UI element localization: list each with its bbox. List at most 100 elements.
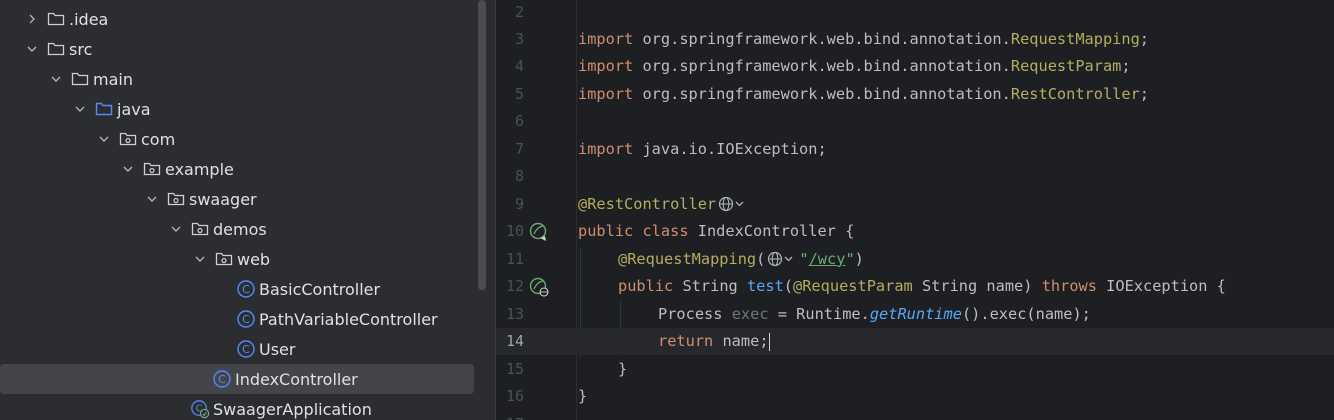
line-number: 12 — [505, 277, 524, 296]
code-text: import org.springframework.web.bind.anno… — [578, 84, 1150, 103]
folder-icon — [46, 39, 66, 59]
code-text: @RestController — [578, 195, 750, 213]
globe-icon — [768, 252, 793, 267]
tree-item-label: BasicController — [259, 279, 381, 299]
folder-icon — [46, 9, 66, 29]
code-text: @RequestMapping("/wcy") — [618, 249, 864, 268]
svg-text:C: C — [242, 283, 250, 296]
tree-item-label: demos — [213, 219, 267, 239]
code-text: public class IndexController { — [578, 222, 855, 241]
chevron-down-icon[interactable] — [142, 189, 162, 209]
tree-item-web[interactable]: web — [0, 244, 488, 274]
tree-item-swaager[interactable]: swaager — [0, 184, 488, 214]
code-line[interactable]: 6 — [496, 108, 1334, 136]
line-number: 8 — [514, 167, 524, 186]
package-icon — [166, 189, 186, 209]
code-line[interactable]: 13 Process exec = Runtime.getRuntime().e… — [496, 300, 1334, 328]
line-number: 10 — [505, 222, 524, 241]
current-code-line[interactable]: 14 return name; — [496, 327, 1334, 355]
source-folder-icon — [94, 99, 114, 119]
line-number: 9 — [514, 194, 524, 213]
line-number: 16 — [505, 387, 524, 406]
line-number: 17 — [496, 415, 524, 420]
tree-item-label: java — [117, 99, 151, 119]
package-icon — [142, 159, 162, 179]
code-line[interactable]: 8 — [496, 163, 1334, 191]
line-number: 5 — [514, 84, 524, 103]
code-line[interactable]: 5 import org.springframework.web.bind.an… — [496, 80, 1334, 108]
class-icon: C — [236, 279, 256, 299]
code-editor[interactable]: 2 3 import org.springframework.web.bind.… — [496, 0, 1334, 420]
tree-item-label: IndexController — [235, 369, 358, 389]
tree-item-label: src — [69, 39, 93, 59]
code-line[interactable]: 10 public class IndexController { — [496, 218, 1334, 246]
tree-item-main[interactable]: main — [0, 64, 488, 94]
tree-item-com[interactable]: com — [0, 124, 488, 154]
chevron-down-icon[interactable] — [94, 129, 114, 149]
tree-item-label: swaager — [189, 189, 257, 209]
chevron-down-icon[interactable] — [118, 159, 138, 179]
svg-text:C: C — [218, 373, 226, 386]
web-endpoint-inlay[interactable] — [767, 251, 797, 267]
code-line[interactable]: 17 — [496, 410, 1334, 420]
tree-item-label: SwaagerApplication — [213, 399, 372, 419]
code-text: } — [618, 359, 628, 378]
code-line[interactable]: 3 import org.springframework.web.bind.an… — [496, 25, 1334, 53]
endpoint-gutter-icon[interactable] — [528, 277, 550, 297]
chevron-down-icon[interactable] — [22, 39, 42, 59]
tree-item-index-controller[interactable]: C IndexController — [0, 364, 474, 394]
line-number: 3 — [514, 29, 524, 48]
svg-text:C: C — [242, 343, 250, 356]
chevron-down-icon[interactable] — [46, 69, 66, 89]
chevron-down-icon[interactable] — [190, 249, 210, 269]
spring-bean-gutter-icon[interactable] — [528, 222, 550, 242]
tree-item-java[interactable]: java — [0, 94, 488, 124]
tree-item-demos[interactable]: demos — [0, 214, 488, 244]
tree-item-idea[interactable]: .idea — [0, 4, 488, 34]
tree-item-src[interactable]: src — [0, 34, 488, 64]
tree-item-label: web — [237, 249, 271, 269]
tree-item-label: com — [141, 129, 176, 149]
package-icon — [118, 129, 138, 149]
chevron-right-icon[interactable] — [22, 9, 42, 29]
line-number: 13 — [505, 304, 524, 323]
tree-item-example[interactable]: example — [0, 154, 488, 184]
tree-item-label: .idea — [69, 9, 109, 29]
folder-icon — [70, 69, 90, 89]
line-number: 4 — [514, 57, 524, 76]
text-cursor — [768, 332, 771, 351]
code-text: return name; — [658, 332, 771, 351]
code-line[interactable]: 12 public String test(@RequestParam Stri… — [496, 273, 1334, 301]
code-text: import org.springframework.web.bind.anno… — [578, 29, 1150, 48]
tree-item-user[interactable]: C User — [0, 334, 488, 364]
spring-boot-class-icon: C — [190, 399, 210, 419]
tree-item-label: main — [93, 69, 133, 89]
class-icon: C — [236, 309, 256, 329]
line-number: 11 — [505, 249, 524, 268]
code-line[interactable]: 11 @RequestMapping("/wcy") — [496, 245, 1334, 273]
tree-item-basic-controller[interactable]: C BasicController — [0, 274, 488, 304]
tree-item-label: User — [259, 339, 296, 359]
package-icon — [214, 249, 234, 269]
tree-item-label: example — [165, 159, 234, 179]
globe-icon — [719, 197, 744, 212]
chevron-down-icon[interactable] — [166, 219, 186, 239]
code-text: public String test(@RequestParam String … — [618, 277, 1226, 296]
code-line[interactable]: 2 — [496, 0, 1334, 26]
code-line[interactable]: 4 import org.springframework.web.bind.an… — [496, 53, 1334, 81]
web-endpoint-inlay[interactable] — [718, 196, 748, 212]
line-number: 15 — [505, 359, 524, 378]
line-number: 14 — [505, 332, 524, 351]
code-line[interactable]: 7 import java.io.IOException; — [496, 135, 1334, 163]
code-text: } — [578, 387, 588, 406]
chevron-down-icon[interactable] — [70, 99, 90, 119]
code-line[interactable]: 9 @RestController — [496, 190, 1334, 218]
code-line[interactable]: 15 } — [496, 355, 1334, 383]
tree-item-path-variable-controller[interactable]: C PathVariableController — [0, 304, 488, 334]
svg-text:C: C — [242, 313, 250, 326]
tree-item-swaager-application[interactable]: C SwaagerApplication — [0, 394, 488, 420]
tree-scrollbar[interactable] — [478, 0, 486, 290]
class-icon: C — [212, 369, 232, 389]
line-number: 2 — [514, 2, 524, 21]
code-line[interactable]: 16 } — [496, 383, 1334, 411]
